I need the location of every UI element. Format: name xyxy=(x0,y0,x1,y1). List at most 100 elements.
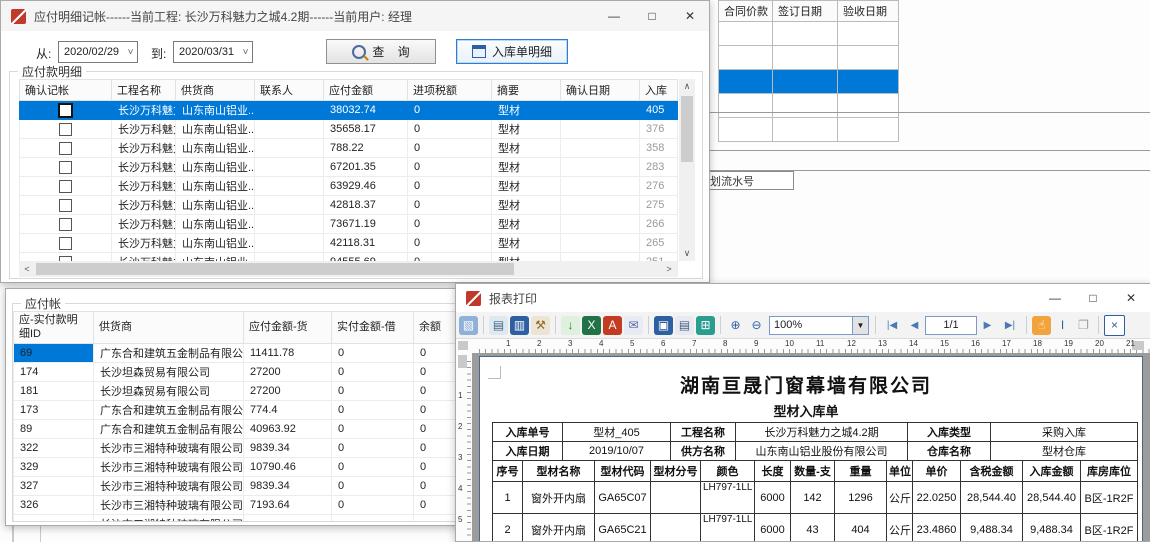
contact-cell[interactable] xyxy=(255,101,324,120)
tools-icon[interactable]: ⚒ xyxy=(531,316,550,335)
table-row[interactable] xyxy=(719,118,899,142)
vertical-scrollbar[interactable]: ∧ ∨ xyxy=(679,79,695,261)
table-row[interactable] xyxy=(719,94,899,118)
paid-cell[interactable]: 0 xyxy=(332,496,414,515)
zoom-in-icon[interactable]: ⊕ xyxy=(726,316,745,335)
supplier-cell[interactable]: 长沙坦森贸易有限公司 xyxy=(94,363,244,382)
grid-icon[interactable]: ⊞ xyxy=(696,316,715,335)
summary-cell[interactable]: 型材 xyxy=(492,101,561,120)
table-row[interactable] xyxy=(719,46,899,70)
supplier-cell[interactable]: 长沙市三湘特种玻璃有限公司 xyxy=(94,458,244,477)
table-row[interactable]: 327长沙市三湘特种玻璃有限公司9839.3400 xyxy=(14,477,465,496)
summary-cell[interactable]: 型材 xyxy=(492,177,561,196)
column-header[interactable]: 确认记帐 xyxy=(20,80,112,101)
summary-cell[interactable]: 型材 xyxy=(492,139,561,158)
tax-cell[interactable]: 0 xyxy=(408,139,492,158)
id-cell[interactable]: 69 xyxy=(14,344,94,363)
chevron-down-icon[interactable]: ˅ xyxy=(239,47,252,58)
empty-cell[interactable] xyxy=(838,70,899,94)
mail-icon[interactable]: ✉ xyxy=(624,316,643,335)
scroll-thumb[interactable] xyxy=(681,96,693,162)
excel-icon[interactable]: X xyxy=(582,316,601,335)
serial-number-field[interactable]: 划流水号 xyxy=(706,171,794,190)
amount-cell[interactable]: 73671.19 xyxy=(324,215,408,234)
payable-cell[interactable]: 7193.64 xyxy=(244,496,332,515)
inbound-no-cell[interactable]: 275 xyxy=(640,196,678,215)
supplier-cell[interactable]: 广东合和建筑五金制品有限公司 xyxy=(94,420,244,439)
column-header[interactable]: 入库 xyxy=(640,80,678,101)
supplier-cell[interactable]: 山东南山铝业... xyxy=(176,139,255,158)
amount-cell[interactable]: 38032.74 xyxy=(324,101,408,120)
amount-cell[interactable]: 63929.46 xyxy=(324,177,408,196)
to-date-picker[interactable]: 2020/03/31 ˅ xyxy=(173,41,253,63)
table-row[interactable]: 长沙万科魅力...山东南山铝业...42818.370型材275 xyxy=(20,196,678,215)
column-header[interactable]: 合同价款 xyxy=(719,1,773,22)
column-header[interactable]: 应-实付款明细ID xyxy=(14,312,94,344)
confirm-date-cell[interactable] xyxy=(561,139,640,158)
confirm-checkbox[interactable] xyxy=(59,218,72,231)
id-cell[interactable]: 329 xyxy=(14,458,94,477)
inbound-detail-button[interactable]: 入库单明细 xyxy=(456,39,568,64)
contact-cell[interactable] xyxy=(255,177,324,196)
minimize-button[interactable]: — xyxy=(1036,284,1074,312)
first-page-button[interactable]: |◀ xyxy=(881,316,903,335)
project-cell[interactable]: 长沙万科魅力... xyxy=(112,215,176,234)
confirm-date-cell[interactable] xyxy=(561,234,640,253)
close-button[interactable]: ✕ xyxy=(671,1,709,31)
close-preview-icon[interactable]: × xyxy=(1104,315,1125,336)
paid-cell[interactable]: 0 xyxy=(332,382,414,401)
table-row[interactable]: 长沙万科魅力...山东南山铝业...38032.740型材405 xyxy=(20,101,678,120)
table-row[interactable]: 长沙万科魅力...山东南山铝业...63929.460型材276 xyxy=(20,177,678,196)
scroll-left-icon[interactable]: < xyxy=(19,261,35,277)
last-page-button[interactable]: ▶| xyxy=(999,316,1021,335)
empty-cell[interactable] xyxy=(719,22,773,46)
tax-cell[interactable]: 0 xyxy=(408,177,492,196)
supplier-cell[interactable]: 长沙市三湘特种玻璃有限公司 xyxy=(94,477,244,496)
empty-cell[interactable] xyxy=(773,94,838,118)
column-header[interactable]: 供货商 xyxy=(94,312,244,344)
zoom-out-icon[interactable]: ⊖ xyxy=(747,316,766,335)
contact-cell[interactable] xyxy=(255,215,324,234)
supplier-cell[interactable]: 长沙坦森贸易有限公司 xyxy=(94,382,244,401)
confirm-date-cell[interactable] xyxy=(561,101,640,120)
amount-cell[interactable]: 35658.17 xyxy=(324,120,408,139)
table-row[interactable]: 69广东合和建筑五金制品有限公司11411.7800 xyxy=(14,344,465,363)
id-cell[interactable]: 173 xyxy=(14,401,94,420)
table-row[interactable]: 174长沙坦森贸易有限公司2720000 xyxy=(14,363,465,382)
project-cell[interactable]: 长沙万科魅力... xyxy=(112,139,176,158)
maximize-button[interactable]: □ xyxy=(1074,284,1112,312)
next-page-button[interactable]: ▶ xyxy=(978,316,997,335)
payable-cell[interactable]: 40963.92 xyxy=(244,420,332,439)
paid-cell[interactable]: 0 xyxy=(332,458,414,477)
summary-cell[interactable]: 型材 xyxy=(492,120,561,139)
contact-cell[interactable] xyxy=(255,158,324,177)
table-row[interactable]: 89广东合和建筑五金制品有限公司40963.9200 xyxy=(14,420,465,439)
column-header[interactable]: 工程名称 xyxy=(112,80,176,101)
payable-cell[interactable]: 27200 xyxy=(244,363,332,382)
supplier-cell[interactable]: 山东南山铝业... xyxy=(176,158,255,177)
summary-cell[interactable]: 型材 xyxy=(492,234,561,253)
page-number-box[interactable]: 1/1 xyxy=(925,316,977,335)
paid-cell[interactable]: 0 xyxy=(332,401,414,420)
table-row[interactable]: 长沙万科魅力...山东南山铝业...73671.190型材266 xyxy=(20,215,678,234)
empty-cell[interactable] xyxy=(719,94,773,118)
empty-cell[interactable] xyxy=(773,46,838,70)
table-row[interactable]: 长沙万科魅力...山东南山铝业...67201.350型材283 xyxy=(20,158,678,177)
tax-cell[interactable]: 0 xyxy=(408,215,492,234)
print-icon[interactable]: ▤ xyxy=(489,316,508,335)
text-select-icon[interactable]: I xyxy=(1053,316,1072,335)
tax-cell[interactable]: 0 xyxy=(408,101,492,120)
minimize-button[interactable]: — xyxy=(595,1,633,31)
column-header[interactable]: 验收日期 xyxy=(838,1,899,22)
paid-cell[interactable]: 0 xyxy=(332,477,414,496)
empty-cell[interactable] xyxy=(838,94,899,118)
amount-cell[interactable]: 788.22 xyxy=(324,139,408,158)
tax-cell[interactable]: 0 xyxy=(408,158,492,177)
from-date-picker[interactable]: 2020/02/29 ˅ xyxy=(58,41,138,63)
payable-cell[interactable] xyxy=(244,515,332,522)
summary-cell[interactable]: 型材 xyxy=(492,196,561,215)
supplier-cell[interactable]: 广东合和建筑五金制品有限公司 xyxy=(94,401,244,420)
paid-cell[interactable]: 0 xyxy=(332,420,414,439)
book-icon[interactable]: ▥ xyxy=(510,316,529,335)
amount-cell[interactable]: 42118.31 xyxy=(324,234,408,253)
